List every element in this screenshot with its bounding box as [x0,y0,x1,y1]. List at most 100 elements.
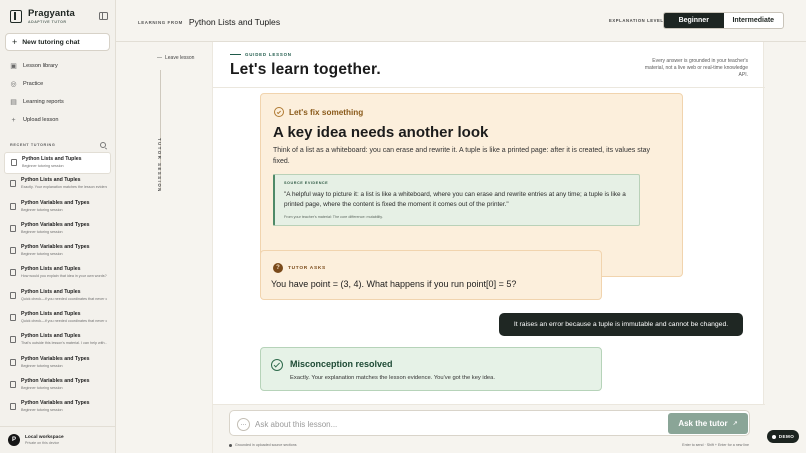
check-circle-icon [271,359,283,371]
workspace[interactable]: P Local workspace Private on this device [0,426,116,453]
sidebar-item-practice[interactable]: ◎ Practice [5,75,110,93]
list-item[interactable]: Python Lists and Tuples Exactly. Your exp… [4,174,111,196]
recent-header: RECENT TUTORING [10,142,106,148]
sidebar-toggle-icon[interactable] [99,12,108,20]
evidence-quote: "A helpful way to picture it: a list is … [284,191,626,208]
list-item[interactable]: Python Lists and Tuples How would you exp… [4,263,111,285]
book-icon: ▣ [10,62,17,70]
user-message: It raises an error because a tuple is im… [499,313,743,336]
list-item[interactable]: Python Lists and Tuples Quick check—if yo… [4,286,111,308]
list-item[interactable]: Python Variables and Types Beginner tutor… [4,397,111,419]
tutor-question: You have point = (3, 4). What happens if… [271,279,517,289]
recent-title: Python Variables and Types [21,377,90,384]
fix-header: Let's fix something [274,107,363,117]
question-input[interactable] [255,418,655,430]
demo-badge[interactable]: DEMO [767,430,799,443]
level-beginner-button[interactable]: Beginner [664,13,724,28]
divider [213,87,765,88]
question-icon: ? [273,263,283,273]
grounded-footer: Grounded in uploaded source sections [229,443,297,447]
composer-area: … Ask the tutor ↗ Grounded in uploaded s… [213,404,765,453]
list-item[interactable]: Python Lists and Tuples That's outside th… [4,330,111,352]
status-dot-icon [229,443,232,447]
new-chat-label: New tutoring chat [22,38,80,46]
ask-tutor-button[interactable]: Ask the tutor ↗ [668,413,748,434]
sidebar-item-label: Learning reports [23,99,64,105]
list-item[interactable]: Python Lists and Tuples Quick check—if yo… [4,308,111,330]
top-bar: LEARNING FROM Python Lists and Tuples EX… [116,0,806,42]
avatar: P [8,434,20,446]
book-logo-icon [10,10,22,23]
search-icon[interactable] [100,142,106,148]
recent-title: Python Variables and Types [21,355,90,362]
list-item[interactable]: Python Variables and Types Beginner tutor… [4,375,111,397]
list-item[interactable]: Python Variables and Types Beginner tutor… [4,219,111,241]
new-chat-button[interactable]: + New tutoring chat [5,33,110,51]
recent-title: Python Variables and Types [21,244,90,251]
recent-subtitle: Beginner tutoring session [21,229,63,234]
document-icon [10,224,16,232]
document-icon [10,380,16,388]
more-options-icon[interactable]: … [237,418,250,431]
sidebar-nav: ▣ Lesson library ◎ Practice ▤ Learning r… [5,57,110,129]
list-item[interactable]: Python Variables and Types Beginner tutor… [4,197,111,219]
brand-name: Pragyanta [28,8,75,19]
recent-title: Python Lists and Tuples [22,156,82,162]
grounded-note: Every answer is grounded in your teacher… [644,58,748,78]
recent-title: Python Variables and Types [21,400,90,407]
resolved-card: Misconception resolved Exactly. Your exp… [260,347,602,391]
tutor-asks-label: TUTOR ASKS [288,265,326,271]
brand[interactable]: Pragyanta ADAPTIVE TUTOR [10,9,75,24]
sidebar-item-label: Upload lesson [23,117,59,123]
sidebar-item-lesson-library[interactable]: ▣ Lesson library [5,57,110,75]
document-icon [10,180,16,188]
keyboard-hint: Enter to send · Shift + Enter for a new … [682,443,749,447]
learning-from-label: LEARNING FROM [138,19,183,25]
document-icon [10,247,16,255]
recent-subtitle: That's outside this lesson's material. I… [21,341,107,346]
sidebar-item-upload-lesson[interactable]: + Upload lesson [5,111,110,129]
resolved-title: Misconception resolved [290,359,393,369]
recent-subtitle: Beginner tutoring session [21,408,63,413]
workspace-title: Local workspace [25,435,64,440]
list-item[interactable]: Python Lists and Tuples Beginner tutoring… [4,152,111,175]
sidebar-item-learning-reports[interactable]: ▤ Learning reports [5,93,110,111]
source-evidence: SOURCE EVIDENCE "A helpful way to pictur… [273,174,640,226]
recent-subtitle: Quick check—if you needed coordinates th… [21,296,107,301]
bar-chart-icon: ▤ [10,98,17,106]
dot-icon [771,434,776,439]
brand-tagline: ADAPTIVE TUTOR [28,20,67,24]
fix-body: Think of a list as a whiteboard: you can… [273,147,651,165]
plus-icon: + [11,116,16,124]
recent-title: Python Variables and Types [21,199,90,206]
sidebar-item-label: Practice [23,81,44,87]
plus-icon: + [12,36,18,47]
page-title: Let's learn together. [230,61,381,78]
demo-label: DEMO [778,434,795,439]
composer: … Ask the tutor ↗ [229,410,750,436]
level-intermediate-button[interactable]: Intermediate [724,13,784,28]
sidebar: Pragyanta ADAPTIVE TUTOR + New tutoring … [0,0,116,453]
ask-button-label: Ask the tutor [678,419,728,428]
leave-lesson-link[interactable]: — Leave lesson [157,55,194,61]
document-icon [10,336,16,344]
tutor-question-card: ? TUTOR ASKS You have point = (3, 4). Wh… [260,250,602,300]
explanation-level-label: EXPLANATION LEVEL [609,18,664,23]
fix-title: A key idea needs another look [273,124,489,141]
tutor-asks-header: ? TUTOR ASKS [273,263,326,273]
explanation-level-toggle: Beginner Intermediate [663,12,784,29]
grounded-footer-text: Grounded in uploaded source sections [235,443,297,447]
dash-icon: — [157,55,162,61]
recent-title: Python Lists and Tuples [21,177,81,184]
recent-subtitle: Beginner tutoring session [21,363,63,368]
sidebar-item-label: Lesson library [23,63,58,69]
list-item[interactable]: Python Variables and Types Beginner tutor… [4,241,111,263]
checkmark-circle-icon [274,107,284,117]
evidence-citation: From your teacher's material: The core d… [284,215,383,219]
learning-from: LEARNING FROM Python Lists and Tuples [138,17,280,27]
workspace-subtitle: Private on this device [25,441,60,445]
session-rail-label: TUTOR SESSION [157,138,162,193]
eyebrow-line [230,54,241,55]
list-item[interactable]: Python Variables and Types Beginner tutor… [4,353,111,375]
document-icon [11,159,17,166]
